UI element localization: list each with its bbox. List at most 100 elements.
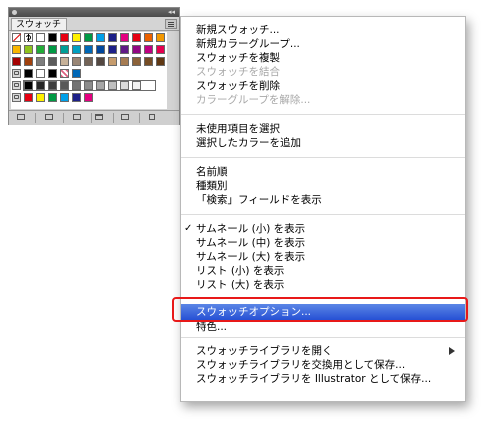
swatch[interactable] (36, 57, 45, 66)
menu-item[interactable]: 未使用項目を選択 (181, 122, 465, 136)
swatch[interactable] (48, 93, 57, 102)
swatch[interactable] (72, 57, 81, 66)
menu-item[interactable]: リスト (大) を表示 (181, 278, 465, 292)
close-icon[interactable] (12, 10, 17, 15)
swatch-library-menu-button[interactable] (15, 113, 29, 122)
swatch[interactable] (108, 33, 117, 42)
swatch[interactable] (72, 33, 81, 42)
menu-item[interactable]: 新規カラーグループ... (181, 37, 465, 51)
swatch[interactable] (144, 57, 153, 66)
new-swatch-button[interactable] (119, 113, 133, 122)
swatch[interactable] (60, 45, 69, 54)
swatch[interactable] (24, 69, 33, 78)
swatch[interactable] (84, 57, 93, 66)
swatch[interactable] (36, 81, 45, 90)
swatch[interactable] (24, 45, 33, 54)
swatch[interactable] (60, 81, 69, 90)
menu-item[interactable]: サムネール (大) を表示 (181, 250, 465, 264)
swatch-registration[interactable] (24, 33, 33, 42)
swatch[interactable] (132, 57, 141, 66)
swatch[interactable] (120, 33, 129, 42)
swatch[interactable] (48, 69, 57, 78)
menu-item[interactable]: 名前順 (181, 165, 465, 179)
swatch[interactable] (96, 57, 105, 66)
swatch[interactable] (36, 45, 45, 54)
swatch[interactable] (132, 81, 141, 90)
swatch[interactable] (60, 57, 69, 66)
swatch[interactable] (96, 33, 105, 42)
menu-item[interactable]: スウォッチライブラリを交換用として保存... (181, 358, 465, 372)
swatch[interactable] (72, 81, 81, 90)
menu-item[interactable]: 「検索」フィールドを表示 (181, 193, 465, 207)
swatch-pattern[interactable] (60, 69, 69, 78)
color-group-icon[interactable] (12, 69, 21, 78)
swatch[interactable] (84, 93, 93, 102)
toolbar-separator (113, 113, 114, 123)
swatch[interactable] (72, 69, 81, 78)
swatch[interactable] (96, 45, 105, 54)
new-color-group-button[interactable] (93, 113, 107, 122)
swatch[interactable] (144, 33, 153, 42)
swatch[interactable] (60, 93, 69, 102)
swatch[interactable] (24, 57, 33, 66)
swatch[interactable] (72, 93, 81, 102)
swatch[interactable] (120, 81, 129, 90)
menu-item-label: 未使用項目を選択 (196, 123, 280, 135)
swatch[interactable] (48, 33, 57, 42)
swatch[interactable] (156, 33, 165, 42)
color-group-icon[interactable] (12, 81, 21, 90)
swatch[interactable] (48, 45, 57, 54)
panel-menu-button[interactable] (165, 19, 177, 29)
swatch[interactable] (108, 81, 117, 90)
options-icon (73, 114, 81, 120)
menu-item[interactable]: 選択したカラーを追加 (181, 136, 465, 150)
swatch[interactable] (36, 33, 45, 42)
menu-item[interactable]: スウォッチを削除 (181, 79, 465, 93)
menu-item[interactable]: サムネール (中) を表示 (181, 236, 465, 250)
show-swatch-kinds-button[interactable] (43, 113, 57, 122)
menu-item[interactable]: スウォッチライブラリを Illustrator として保存... (181, 372, 465, 386)
swatch[interactable] (24, 93, 33, 102)
swatch[interactable] (120, 45, 129, 54)
swatch[interactable] (12, 57, 21, 66)
swatch-options-button[interactable] (71, 113, 85, 122)
swatch[interactable] (144, 45, 153, 54)
swatch[interactable] (108, 57, 117, 66)
toolbar-separator (91, 113, 92, 123)
swatch[interactable] (72, 45, 81, 54)
swatch[interactable] (48, 81, 57, 90)
panel-titlebar[interactable]: ◂◂ (9, 8, 179, 17)
collapse-icon[interactable]: ◂◂ (168, 8, 175, 17)
delete-swatch-button[interactable] (145, 113, 159, 122)
menu-item[interactable]: スウォッチライブラリを開く (181, 344, 465, 358)
swatch[interactable] (156, 45, 165, 54)
swatch[interactable] (84, 81, 93, 90)
swatch[interactable] (156, 57, 165, 66)
menu-item[interactable]: 特色... (181, 320, 465, 334)
swatch[interactable] (96, 81, 105, 90)
swatch[interactable] (12, 45, 21, 54)
menu-item[interactable]: スウォッチを複製 (181, 51, 465, 65)
menu-item-label: スウォッチライブラリを Illustrator として保存... (196, 373, 432, 385)
new-icon (121, 114, 129, 120)
swatch[interactable] (84, 45, 93, 54)
swatch[interactable] (60, 33, 69, 42)
menu-item[interactable]: 新規スウォッチ... (181, 23, 465, 37)
swatch[interactable] (36, 93, 45, 102)
swatch[interactable] (132, 33, 141, 42)
menu-item[interactable]: 種類別 (181, 179, 465, 193)
menu-separator (181, 214, 465, 215)
swatch[interactable] (24, 81, 33, 90)
color-group-icon[interactable] (12, 93, 21, 102)
swatch[interactable] (48, 57, 57, 66)
swatch[interactable] (36, 69, 45, 78)
swatch[interactable] (132, 45, 141, 54)
swatch[interactable] (120, 57, 129, 66)
swatch[interactable] (108, 45, 117, 54)
swatch[interactable] (84, 33, 93, 42)
menu-item: スウォッチを結合 (181, 65, 465, 79)
menu-item[interactable]: ✓ サムネール (小) を表示 (181, 222, 465, 236)
submenu-arrow-icon (449, 347, 455, 355)
swatch-none[interactable] (12, 33, 21, 42)
menu-item[interactable]: リスト (小) を表示 (181, 264, 465, 278)
